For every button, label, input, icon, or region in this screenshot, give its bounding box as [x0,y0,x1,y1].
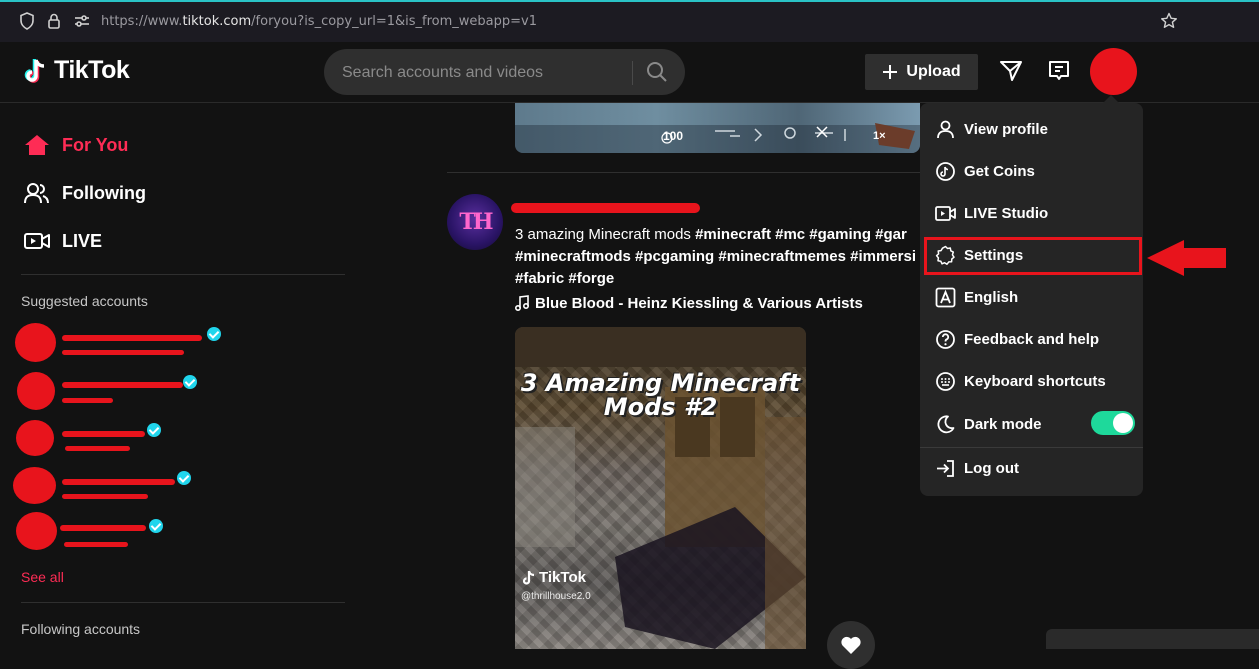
tiktok-note-icon [24,58,45,83]
live-studio-icon [935,205,956,221]
redacted-handle [64,542,128,547]
search-bar [324,49,685,97]
inbox-icon[interactable] [1047,59,1071,83]
caption-hashtags[interactable]: #minecraftmods #pcgaming #minecraftmemes… [515,246,921,268]
menu-item-keyboard-shortcuts[interactable]: Keyboard shortcuts [920,360,1143,402]
avatar [17,372,55,410]
settings-highlight-box [924,237,1142,275]
avatar [15,323,56,362]
redacted-handle [65,446,130,451]
verified-badge-icon [177,471,191,485]
search-icon[interactable] [646,61,668,83]
redacted-name [62,335,202,341]
live-icon [24,233,50,249]
sidebar: For You Following LIVE Suggested account… [0,103,360,649]
keyboard-icon [936,371,955,391]
home-icon [25,135,49,155]
redacted-handle [62,494,148,499]
search-input[interactable] [340,49,634,97]
following-icon [24,183,49,204]
top-header: TikTok Upload [0,42,1259,103]
video-player[interactable]: 3 Amazing Minecraft Mods #2 TikTok @thri… [515,327,806,649]
help-icon [936,329,955,349]
caption-hashtags[interactable]: #fabric #forge [515,268,921,290]
nav-for-you-label: For You [62,134,129,155]
redacted-handle [62,350,184,355]
verified-badge-icon [147,423,161,437]
moon-icon [937,414,955,433]
tiktok-logo[interactable]: TikTok [24,56,130,85]
nav-following-label: Following [62,182,146,203]
logout-icon [937,459,954,477]
watermark-username: @thrillhouse2.0 [521,591,591,602]
floating-panel [1046,629,1259,649]
redacted-author-name [511,203,700,213]
sidebar-divider [21,602,345,603]
upload-button[interactable]: Upload [865,54,978,90]
annotation-arrow-icon [1147,240,1226,276]
like-button[interactable] [827,621,875,669]
bookmark-star-icon[interactable] [1160,12,1178,30]
profile-dropdown-menu: View profile Get Coins LIVE Studio Setti… [920,95,1143,496]
shield-icon[interactable] [19,12,35,30]
verified-badge-icon [183,375,197,389]
avatar [16,512,57,550]
hud-count: 100 [663,129,684,143]
menu-item-english[interactable]: English [920,276,1143,318]
menu-item-live-studio[interactable]: LIVE Studio [920,192,1143,234]
verified-badge-icon [149,519,163,533]
dark-mode-toggle[interactable] [1091,411,1135,435]
caption-text: 3 amazing Minecraft mods [515,226,696,243]
avatar [13,467,56,504]
search-divider [632,61,633,85]
redacted-handle [62,398,113,403]
menu-divider [920,447,1143,448]
feed-divider [447,172,921,173]
browser-address-bar: https://www.tiktok.com/foryou?is_copy_ur… [0,0,1259,42]
logo-text: TikTok [54,56,130,84]
hud-multiplier: 1× [873,130,886,142]
menu-item-get-coins[interactable]: Get Coins [920,150,1143,192]
plus-icon [883,65,898,79]
nav-live-label: LIVE [62,230,103,251]
lock-icon[interactable] [47,12,61,30]
redacted-name [62,479,175,485]
menu-item-feedback[interactable]: Feedback and help [920,318,1143,360]
music-link[interactable]: Blue Blood - Heinz Kiessling & Various A… [515,295,863,312]
verified-badge-icon [207,327,221,341]
redacted-name [62,382,183,388]
profile-avatar[interactable] [1090,48,1137,95]
caption-hashtags[interactable]: #minecraft #mc #gaming #gar [695,226,907,243]
menu-item-view-profile[interactable]: View profile [920,108,1143,150]
language-icon [935,287,956,307]
nav-for-you[interactable]: For You [24,129,128,161]
music-title: Blue Blood - Heinz Kiessling & Various A… [535,295,863,312]
sidebar-divider [21,274,345,275]
redacted-name [60,525,146,531]
url-text[interactable]: https://www.tiktok.com/foryou?is_copy_ur… [101,14,537,29]
post-author-avatar[interactable]: TH [447,194,503,250]
video-title: 3 Amazing Minecraft Mods #2 [520,369,801,421]
nav-live[interactable]: LIVE [24,225,102,257]
tiktok-watermark: TikTok [522,569,586,586]
user-icon [937,120,954,138]
post-caption: 3 amazing Minecraft mods #minecraft #mc … [515,224,921,290]
upload-label: Upload [906,63,961,80]
permissions-icon[interactable] [73,12,91,30]
heart-icon [841,636,861,654]
music-note-icon [515,295,529,311]
hud-overlay-icon [515,123,920,153]
avatar [16,420,54,456]
menu-item-log-out[interactable]: Log out [920,447,1143,489]
nav-following[interactable]: Following [24,177,146,209]
previous-video[interactable]: 100 1× [515,103,920,153]
redacted-name [62,431,145,437]
suggested-accounts-title: Suggested accounts [21,293,148,309]
following-accounts-title: Following accounts [21,621,141,637]
tiktok-note-icon [522,570,535,585]
send-icon[interactable] [999,59,1023,83]
see-all-link[interactable]: See all [21,569,64,585]
coin-icon [936,161,955,181]
